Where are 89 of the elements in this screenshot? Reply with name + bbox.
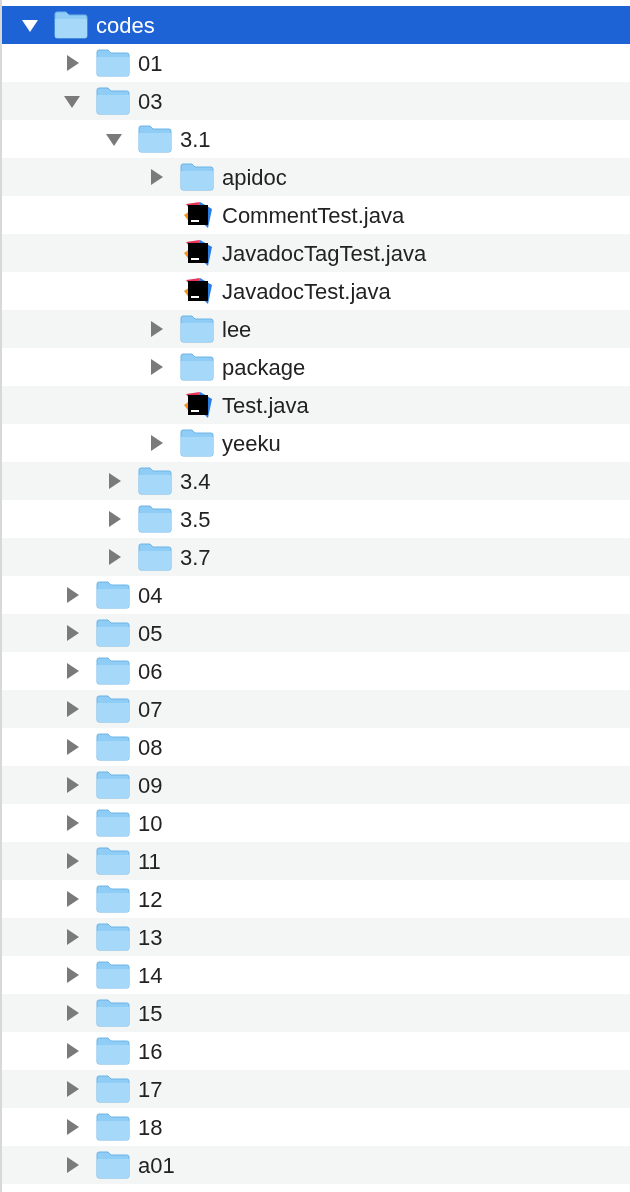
tree-row[interactable]: 05 bbox=[2, 614, 630, 652]
tree-row[interactable]: apidoc bbox=[2, 158, 630, 196]
tree-row[interactable]: 3.5 bbox=[2, 500, 630, 538]
folder-icon bbox=[96, 657, 130, 685]
tree-row[interactable]: 3.4 bbox=[2, 462, 630, 500]
folder-icon bbox=[54, 11, 88, 39]
folder-icon bbox=[180, 163, 214, 191]
file-name: lee bbox=[222, 315, 252, 344]
tree-row[interactable]: 14 bbox=[2, 956, 630, 994]
file-name: yeeku bbox=[222, 429, 281, 458]
folder-icon bbox=[96, 923, 130, 951]
tree-row[interactable]: 15 bbox=[2, 994, 630, 1032]
file-name: 16 bbox=[138, 1037, 163, 1066]
tree-row[interactable]: 10 bbox=[2, 804, 630, 842]
folder-icon bbox=[138, 467, 172, 495]
folder-icon bbox=[96, 695, 130, 723]
file-name: package bbox=[222, 353, 306, 382]
folder-icon bbox=[96, 1075, 130, 1103]
tree-row[interactable]: CommentTest.java bbox=[2, 196, 630, 234]
file-name: 05 bbox=[138, 619, 163, 648]
tree-row[interactable]: 01 bbox=[2, 44, 630, 82]
folder-icon bbox=[96, 1113, 130, 1141]
tree-row[interactable]: package bbox=[2, 348, 630, 386]
folder-icon bbox=[96, 87, 130, 115]
file-name: 04 bbox=[138, 581, 163, 610]
tree-row[interactable]: yeeku bbox=[2, 424, 630, 462]
tree-row[interactable]: 12 bbox=[2, 880, 630, 918]
file-name: 18 bbox=[138, 1113, 163, 1142]
file-name: codes bbox=[96, 11, 155, 40]
selected-tree-row[interactable]: codes bbox=[2, 6, 630, 44]
folder-icon bbox=[96, 771, 130, 799]
tree-row[interactable]: 3.7 bbox=[2, 538, 630, 576]
folder-icon bbox=[96, 733, 130, 761]
tree-row[interactable]: 07 bbox=[2, 690, 630, 728]
tree-row[interactable]: JavadocTest.java bbox=[2, 272, 630, 310]
file-name: 13 bbox=[138, 923, 163, 952]
folder-icon bbox=[96, 1151, 130, 1179]
tree-row[interactable]: 13 bbox=[2, 918, 630, 956]
file-name: 03 bbox=[138, 87, 163, 116]
file-name: a01 bbox=[138, 1151, 175, 1180]
folder-icon bbox=[96, 999, 130, 1027]
file-name: 08 bbox=[138, 733, 163, 762]
folder-icon bbox=[180, 353, 214, 381]
file-name: apidoc bbox=[222, 163, 287, 192]
file-name: 10 bbox=[138, 809, 163, 838]
folder-icon bbox=[138, 543, 172, 571]
folder-icon bbox=[96, 847, 130, 875]
folder-icon bbox=[138, 505, 172, 533]
folder-icon bbox=[96, 885, 130, 913]
tree-row[interactable]: JavadocTagTest.java bbox=[2, 234, 630, 272]
tree-row[interactable]: 16 bbox=[2, 1032, 630, 1070]
tree-row[interactable]: 04 bbox=[2, 576, 630, 614]
folder-icon bbox=[96, 619, 130, 647]
file-name: 14 bbox=[138, 961, 163, 990]
file-name: JavadocTest.java bbox=[222, 277, 391, 306]
tree-row[interactable]: 03 bbox=[2, 82, 630, 120]
file-name: 3.4 bbox=[180, 467, 211, 496]
file-name: 09 bbox=[138, 771, 163, 800]
tree-row[interactable]: 17 bbox=[2, 1070, 630, 1108]
tree-row[interactable]: 18 bbox=[2, 1108, 630, 1146]
file-name: 06 bbox=[138, 657, 163, 686]
file-name: 3.5 bbox=[180, 505, 211, 534]
folder-icon bbox=[96, 1037, 130, 1065]
file-name: CommentTest.java bbox=[222, 201, 405, 230]
folder-icon bbox=[96, 49, 130, 77]
file-name: Test.java bbox=[222, 391, 309, 420]
tree-row[interactable]: 08 bbox=[2, 728, 630, 766]
file-name: JavadocTagTest.java bbox=[222, 239, 427, 268]
folder-icon bbox=[96, 581, 130, 609]
file-name: 07 bbox=[138, 695, 163, 724]
file-name: 12 bbox=[138, 885, 163, 914]
folder-icon bbox=[138, 125, 172, 153]
file-name: 11 bbox=[138, 847, 161, 876]
folder-icon bbox=[96, 809, 130, 837]
tree-row[interactable]: a01 bbox=[2, 1146, 630, 1184]
folder-icon bbox=[180, 429, 214, 457]
tree-row[interactable]: 3.1 bbox=[2, 120, 630, 158]
folder-icon bbox=[96, 961, 130, 989]
tree-row[interactable]: 11 bbox=[2, 842, 630, 880]
file-name: 3.1 bbox=[180, 125, 211, 154]
tree-row[interactable]: 09 bbox=[2, 766, 630, 804]
tree-row[interactable]: lee bbox=[2, 310, 630, 348]
file-name: 17 bbox=[138, 1075, 163, 1104]
file-name: 15 bbox=[138, 999, 163, 1028]
tree-row[interactable]: Test.java bbox=[2, 386, 630, 424]
file-name: 3.7 bbox=[180, 543, 211, 572]
tree-row[interactable]: 06 bbox=[2, 652, 630, 690]
file-name: 01 bbox=[138, 49, 163, 78]
folder-icon bbox=[180, 315, 214, 343]
